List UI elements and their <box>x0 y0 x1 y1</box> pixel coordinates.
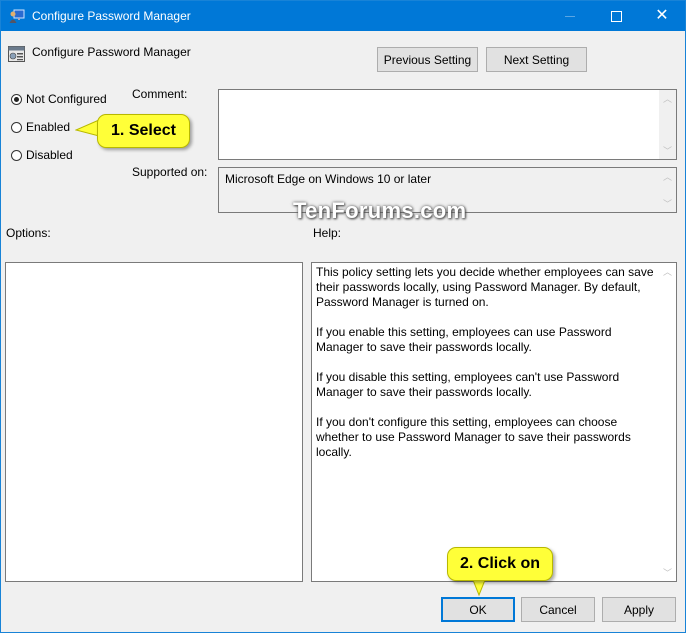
scroll-down-icon[interactable]: ﹀ <box>659 142 676 159</box>
title-bar[interactable]: Configure Password Manager ✕ <box>1 1 685 31</box>
apply-button[interactable]: Apply <box>602 597 676 622</box>
comment-scrollbar[interactable]: ︿ ﹀ <box>659 90 676 159</box>
close-button[interactable]: ✕ <box>639 1 685 31</box>
maximize-button[interactable] <box>593 1 639 31</box>
radio-disabled[interactable]: Disabled <box>11 148 73 162</box>
cancel-button[interactable]: Cancel <box>521 597 595 622</box>
help-label: Help: <box>313 226 342 240</box>
radio-label-not-configured: Not Configured <box>26 92 107 106</box>
minimize-icon <box>565 15 575 17</box>
window-title: Configure Password Manager <box>32 9 191 23</box>
comment-label: Comment: <box>132 87 188 101</box>
dialog-window: Configure Password Manager ✕ Configure P… <box>0 0 686 633</box>
help-paragraph: This policy setting lets you decide whet… <box>316 265 654 309</box>
callout-click-on: 2. Click on <box>447 547 553 581</box>
previous-setting-button[interactable]: Previous Setting <box>377 47 478 72</box>
options-label: Options: <box>6 226 51 240</box>
policy-setting-icon <box>8 46 25 62</box>
scroll-up-icon[interactable]: ︿ <box>659 90 676 107</box>
scroll-up-icon[interactable]: ︿ <box>659 168 676 185</box>
scroll-up-icon[interactable]: ︿ <box>659 263 676 280</box>
ok-button[interactable]: OK <box>441 597 515 622</box>
radio-enabled[interactable]: Enabled <box>11 120 70 134</box>
callout-select: 1. Select <box>97 114 190 148</box>
supported-on-value: Microsoft Edge on Windows 10 or later <box>225 172 432 186</box>
scroll-down-icon[interactable]: ﹀ <box>659 564 676 581</box>
help-paragraph: If you enable this setting, employees ca… <box>316 325 612 354</box>
watermark: TenForums.com <box>293 198 467 223</box>
minimize-button[interactable] <box>547 1 593 31</box>
supported-scrollbar[interactable]: ︿ ﹀ <box>659 168 676 212</box>
radio-label-disabled: Disabled <box>26 148 73 162</box>
next-setting-button[interactable]: Next Setting <box>486 47 587 72</box>
scroll-down-icon[interactable]: ﹀ <box>659 195 676 212</box>
help-paragraph: If you don't configure this setting, emp… <box>316 415 631 459</box>
maximize-icon <box>610 10 622 22</box>
supported-on-label: Supported on: <box>132 165 208 179</box>
radio-circle[interactable] <box>11 149 22 161</box>
group-policy-app-icon <box>9 9 25 23</box>
policy-title: Configure Password Manager <box>32 45 191 59</box>
close-icon: ✕ <box>655 7 669 24</box>
comment-textarea[interactable]: ︿ ﹀ <box>218 89 677 160</box>
help-panel: This policy setting lets you decide whet… <box>311 262 677 582</box>
radio-circle-checked[interactable] <box>11 93 22 105</box>
options-panel <box>5 262 303 582</box>
help-text: This policy setting lets you decide whet… <box>316 265 654 475</box>
radio-circle[interactable] <box>11 121 22 133</box>
radio-label-enabled: Enabled <box>26 120 71 134</box>
radio-not-configured[interactable]: Not Configured <box>11 92 107 106</box>
help-paragraph: If you disable this setting, employees c… <box>316 370 620 399</box>
help-scrollbar[interactable]: ︿ ﹀ <box>659 263 676 581</box>
